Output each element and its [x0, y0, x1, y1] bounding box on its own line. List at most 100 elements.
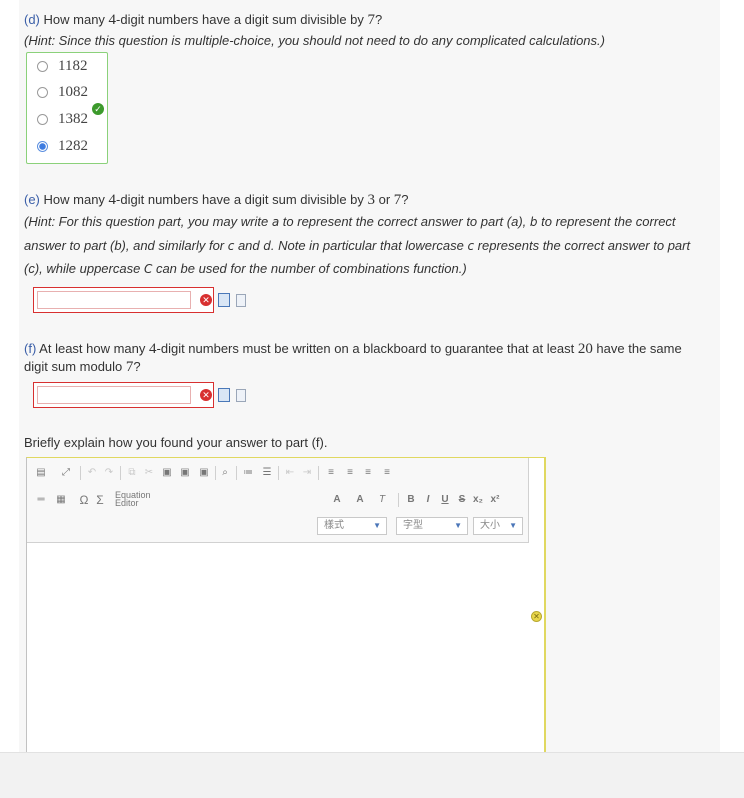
- size-label: 大小: [480, 520, 500, 531]
- paste-word-icon[interactable]: ▣: [197, 466, 211, 480]
- numbered-list-icon[interactable]: ≔: [241, 466, 255, 480]
- question-f-line-2: digit sum modulo 7?: [24, 358, 141, 376]
- format-label: 字型: [403, 520, 423, 531]
- answer-input-f[interactable]: [37, 386, 191, 404]
- question-d: (d) How many 4-digit numbers have a digi…: [24, 11, 382, 29]
- paste-text-icon[interactable]: ▣: [178, 466, 192, 480]
- align-left-icon[interactable]: ≡: [324, 466, 338, 480]
- undo-icon[interactable]: ↶: [85, 466, 99, 480]
- x-circle-yellow-icon: ✕: [531, 611, 542, 622]
- redo-icon[interactable]: ↷: [102, 466, 116, 480]
- find-icon[interactable]: ⌕: [218, 466, 232, 480]
- table-icon[interactable]: ▦: [54, 493, 68, 507]
- question-e-text-3: or: [375, 192, 394, 207]
- maximize-icon[interactable]: ⤢: [59, 466, 73, 480]
- radio-button[interactable]: [37, 86, 48, 98]
- background-color-icon[interactable]: A: [353, 493, 367, 507]
- footer-bar: [0, 752, 744, 798]
- copy-icon[interactable]: ⧉: [125, 466, 139, 480]
- hint-text: to represent the correct: [537, 214, 676, 229]
- choice-option-3[interactable]: 1382: [37, 109, 88, 129]
- subscript-icon[interactable]: x₂: [471, 493, 485, 507]
- align-right-icon[interactable]: ≡: [361, 466, 375, 480]
- editor-border: [544, 457, 545, 752]
- bold-icon[interactable]: B: [404, 493, 418, 507]
- hint-e-line-2: answer to part (b), and similarly for c …: [24, 238, 690, 253]
- math-4: 4: [108, 12, 117, 28]
- chevron-down-icon: ▼: [373, 521, 381, 530]
- choice-label: 1082: [58, 83, 88, 100]
- underline-icon[interactable]: U: [438, 493, 452, 507]
- choice-label: 1282: [58, 137, 88, 154]
- choice-option-4[interactable]: 1282: [37, 136, 88, 156]
- rich-text-editor[interactable]: ▤ ⤢ ↶ ↷ ⧉ ✂ ▣ ▣ ▣ ⌕ ≔ ☰ ⇤ ⇥ ≡ ≡ ≡ ≡ ═ ▦ …: [26, 457, 546, 757]
- part-label-e: (e): [24, 192, 40, 207]
- question-d-text-2: -digit numbers have a digit sum divisibl…: [116, 12, 368, 27]
- hint-e-line-3: (c), while uppercase C can be used for t…: [24, 261, 467, 276]
- separator: [120, 466, 121, 480]
- radio-button[interactable]: [37, 113, 48, 125]
- size-dropdown[interactable]: 大小 ▼: [473, 517, 523, 535]
- chevron-down-icon: ▼: [509, 521, 517, 530]
- radio-button-selected[interactable]: [37, 140, 48, 152]
- question-f-text-5: ?: [133, 359, 141, 374]
- format-dropdown[interactable]: 字型 ▼: [396, 517, 468, 535]
- editor-toolbar: ▤ ⤢ ↶ ↷ ⧉ ✂ ▣ ▣ ▣ ⌕ ≔ ☰ ⇤ ⇥ ≡ ≡ ≡ ≡ ═ ▦ …: [27, 458, 529, 543]
- separator: [278, 466, 279, 480]
- special-char-icon[interactable]: Ω: [77, 493, 91, 507]
- question-f-text-1: At least how many: [36, 341, 150, 356]
- choice-label: 1182: [58, 57, 88, 74]
- answer-box-f: [33, 382, 214, 408]
- question-f-text-4: digit sum modulo: [24, 359, 126, 374]
- align-center-icon[interactable]: ≡: [343, 466, 357, 480]
- horizontal-rule-icon[interactable]: ═: [34, 493, 48, 507]
- bulleted-list-icon[interactable]: ☰: [260, 466, 274, 480]
- help-icon[interactable]: [236, 389, 246, 402]
- help-icon[interactable]: [236, 294, 246, 307]
- question-e-text-1: How many: [43, 192, 109, 207]
- outdent-icon[interactable]: ⇤: [283, 466, 297, 480]
- part-label-d: (d): [24, 12, 40, 27]
- choice-option-2[interactable]: 1082: [37, 82, 88, 102]
- remove-format-icon[interactable]: T: [375, 493, 389, 507]
- choice-option-1[interactable]: 1182: [37, 56, 87, 76]
- hint-text: (Hint: For this question part, you may w…: [24, 214, 272, 229]
- strikethrough-icon[interactable]: S: [455, 493, 469, 507]
- separator: [80, 466, 81, 480]
- sigma-icon[interactable]: Σ: [93, 493, 107, 507]
- italic-icon[interactable]: I: [421, 493, 435, 507]
- math-d: d: [263, 239, 271, 253]
- hint-text: represents the correct answer to part: [474, 238, 691, 253]
- radio-button[interactable]: [37, 60, 48, 72]
- question-e: (e) How many 4-digit numbers have a digi…: [24, 191, 409, 209]
- x-circle-icon: ✕: [200, 389, 212, 401]
- explain-prompt: Briefly explain how you found your answe…: [24, 435, 328, 450]
- superscript-icon[interactable]: x²: [488, 493, 502, 507]
- cut-icon[interactable]: ✂: [142, 466, 156, 480]
- math-b: b: [529, 215, 538, 229]
- math-20: 20: [577, 341, 593, 357]
- math-7: 7: [367, 12, 376, 28]
- source-icon[interactable]: ▤: [34, 466, 48, 480]
- separator: [236, 466, 237, 480]
- question-f-text-2: -digit numbers must be written on a blac…: [156, 341, 578, 356]
- check-circle-icon: ✓: [92, 103, 104, 115]
- preview-icon[interactable]: [218, 293, 230, 307]
- x-circle-icon: ✕: [200, 294, 212, 306]
- separator: [215, 466, 216, 480]
- hint-e-line-1: (Hint: For this question part, you may w…: [24, 214, 676, 229]
- question-f-text-3: have the same: [592, 341, 682, 356]
- question-e-text-2: -digit numbers have a digit sum divisibl…: [116, 192, 368, 207]
- styles-label: 樣式: [324, 520, 344, 531]
- align-justify-icon[interactable]: ≡: [380, 466, 394, 480]
- equation-editor-button[interactable]: Equation Editor: [115, 491, 151, 508]
- question-d-text-1: How many: [43, 12, 109, 27]
- indent-icon[interactable]: ⇥: [300, 466, 314, 480]
- hint-d: (Hint: Since this question is multiple-c…: [24, 33, 605, 48]
- text-color-icon[interactable]: A: [330, 493, 344, 507]
- separator: [398, 493, 399, 507]
- styles-dropdown[interactable]: 樣式 ▼: [317, 517, 387, 535]
- paste-icon[interactable]: ▣: [160, 466, 174, 480]
- answer-input-e[interactable]: [37, 291, 191, 309]
- preview-icon[interactable]: [218, 388, 230, 402]
